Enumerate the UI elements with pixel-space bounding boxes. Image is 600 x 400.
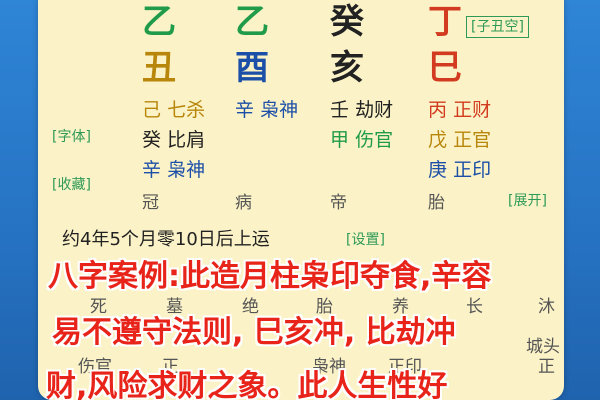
growth-stage-month: 病 [235, 193, 252, 213]
stem-year: 乙 [142, 2, 176, 42]
hidden-stem-year-2: 癸 比肩 [142, 129, 206, 151]
hidden-stem-hour-3: 庚 正印 [428, 159, 492, 181]
caption-overlay: 八字案例:此造月柱枭印夺食,辛容 易不遵守法则, 巳亥冲, 比劫冲 财,风险求财… [38, 250, 564, 400]
branch-hour: 巳 [428, 48, 462, 88]
growth-stage-hour: 胎 [428, 193, 445, 213]
luck-start-text: 约4年5个月零10日后上运 [62, 229, 270, 250]
caption-line-1: 八字案例:此造月柱枭印夺食,辛容 [48, 259, 492, 294]
branch-day: 亥 [330, 48, 364, 88]
caption-line-3: 财,风险求财之象。此人生性好 [46, 369, 448, 400]
growth-stage-day: 帝 [330, 193, 347, 213]
hidden-stem-year-3: 辛 枭神 [142, 159, 206, 181]
bazi-chart-card: 乙 乙 癸 丁 [子丑空] 丑 酉 亥 巳 己 七杀 癸 比肩 辛 枭神 辛 枭… [38, 0, 564, 400]
app-background: 乙 乙 癸 丁 [子丑空] 丑 酉 亥 巳 己 七杀 癸 比肩 辛 枭神 辛 枭… [0, 0, 600, 400]
branch-month: 酉 [235, 48, 269, 88]
stem-hour: 丁 [428, 2, 462, 42]
stem-day: 癸 [330, 2, 364, 42]
font-button[interactable]: [字体] [52, 128, 91, 146]
caption-line-2: 易不遵守法则, 巳亥冲, 比劫冲 [52, 315, 456, 350]
settings-button[interactable]: [设置] [346, 231, 385, 249]
hidden-stem-hour-2: 戊 正官 [428, 129, 492, 151]
favorite-button[interactable]: [收藏] [52, 176, 91, 194]
hidden-stem-day-1: 壬 劫财 [330, 99, 394, 121]
hidden-stem-day-2: 甲 伤官 [330, 129, 394, 151]
void-label: [子丑空] [466, 16, 529, 38]
hidden-stem-month-1: 辛 枭神 [235, 99, 299, 121]
expand-button[interactable]: [展开] [508, 192, 547, 210]
stem-month: 乙 [235, 2, 269, 42]
hidden-stem-hour-1: 丙 正财 [428, 99, 492, 121]
branch-year: 丑 [142, 48, 176, 88]
growth-stage-year: 冠 [142, 193, 159, 213]
hidden-stem-year-1: 己 七杀 [142, 99, 206, 121]
